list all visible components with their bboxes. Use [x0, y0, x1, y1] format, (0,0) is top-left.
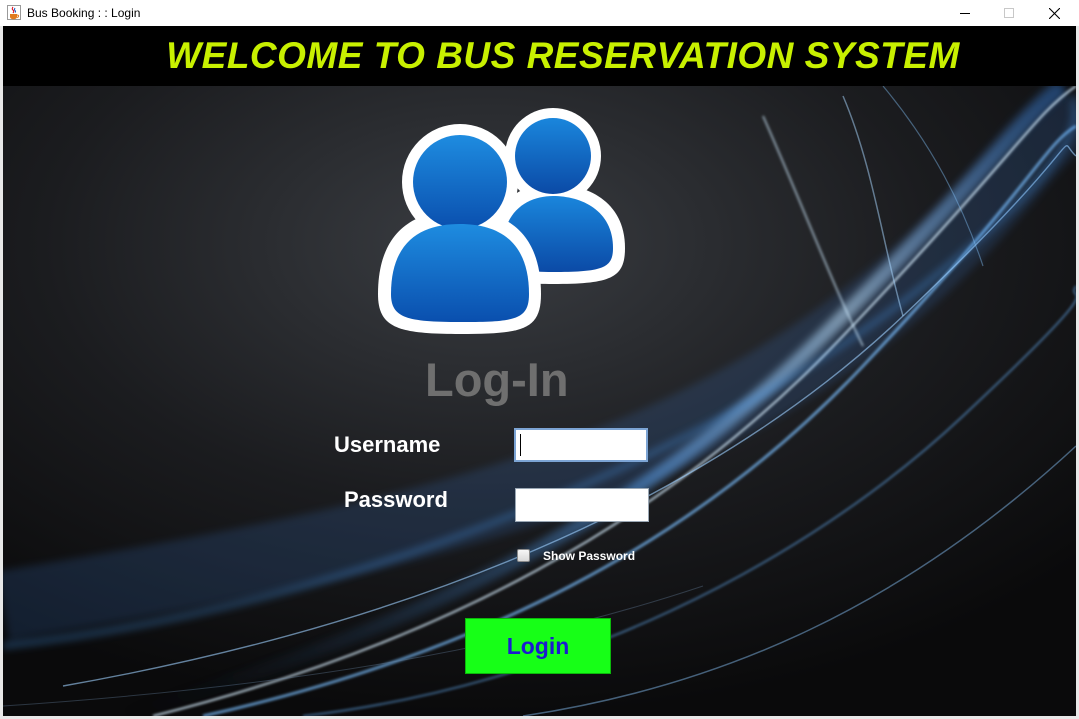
title-bar[interactable]: Bus Booking : : Login	[0, 0, 1079, 26]
username-label: Username	[334, 432, 441, 457]
close-button[interactable]	[1031, 0, 1077, 26]
minimize-icon	[960, 13, 970, 14]
window-title: Bus Booking : : Login	[27, 6, 141, 20]
window-border-left	[0, 26, 3, 719]
users-icon	[378, 108, 625, 334]
content-panel: WELCOME TO BUS RESERVATION SYSTEM Log-In…	[3, 26, 1076, 716]
show-password-checkbox[interactable]	[517, 549, 530, 562]
password-label: Password	[344, 487, 448, 512]
password-input[interactable]	[515, 488, 649, 522]
close-icon	[1048, 7, 1060, 19]
username-input[interactable]	[514, 428, 648, 462]
login-heading: Log-In	[425, 353, 569, 406]
minimize-button[interactable]	[942, 0, 988, 26]
maximize-icon	[1004, 8, 1014, 18]
login-window: Bus Booking : : Login WELCOME TO BUS RES…	[0, 0, 1079, 719]
login-button[interactable]: Login	[465, 618, 611, 674]
maximize-button[interactable]	[986, 0, 1032, 26]
java-cup-icon	[7, 5, 21, 20]
header-banner: WELCOME TO BUS RESERVATION SYSTEM	[3, 26, 1076, 86]
welcome-title: WELCOME TO BUS RESERVATION SYSTEM	[166, 35, 960, 76]
login-button-label: Login	[506, 632, 570, 659]
show-password-label[interactable]: Show Password	[543, 549, 635, 563]
text-caret	[520, 434, 521, 456]
